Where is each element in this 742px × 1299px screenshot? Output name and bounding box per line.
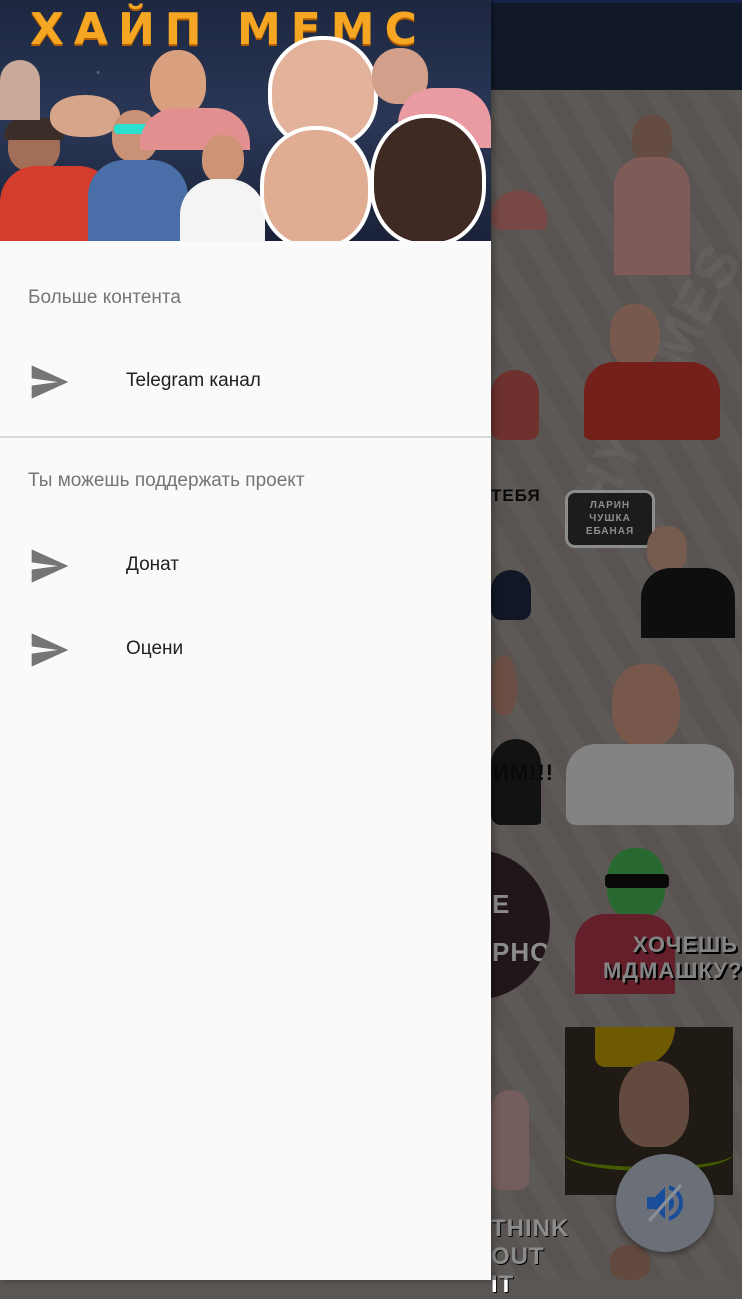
menu-item-rate[interactable]: Оцени [0,608,491,692]
send-icon [31,549,69,583]
menu-item-label: Telegram канал [126,370,261,391]
volume-icon [647,1183,683,1223]
section-label-more-content: Больше контента [28,287,181,308]
section-divider [0,436,491,438]
navigation-drawer: ХАЙП МЕМС Больше контента Telegram канал… [0,0,491,1280]
menu-item-label: Оцени [126,638,184,659]
send-icon [31,365,69,399]
menu-item-donate[interactable]: Донат [0,524,491,608]
collage-person [250,122,375,241]
collage-person [0,60,40,120]
section-label-support: Ты можешь поддержать проект [28,470,305,491]
sound-toggle-button[interactable] [616,1154,714,1252]
drawer-header-image: ХАЙП МЕМС [0,0,491,241]
collage-person [360,110,491,241]
menu-item-telegram[interactable]: Telegram канал [0,340,491,424]
menu-item-label: Донат [126,554,179,575]
send-icon [31,633,69,667]
